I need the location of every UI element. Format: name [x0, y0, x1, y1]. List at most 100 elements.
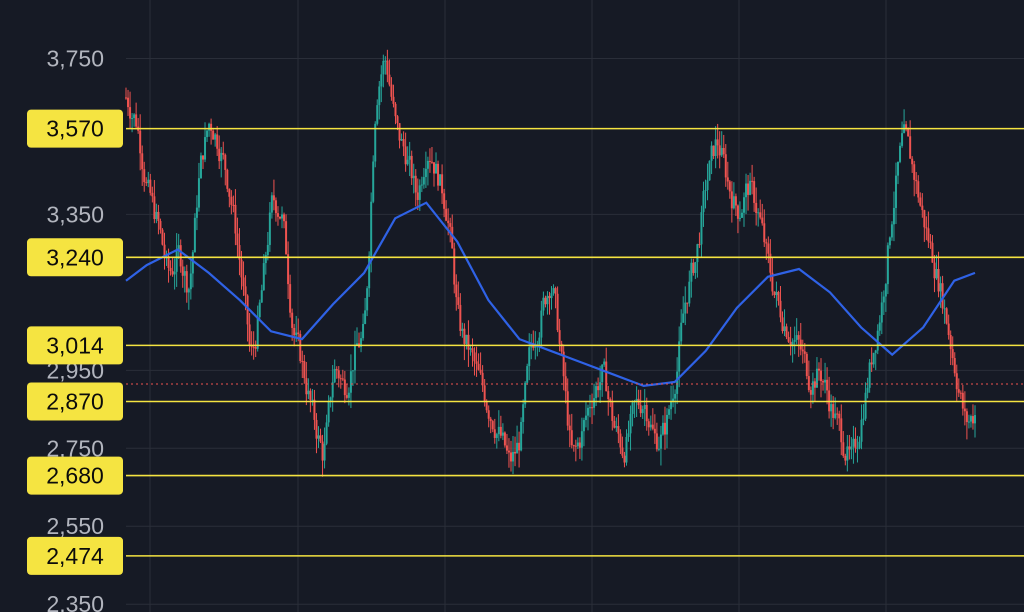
- level-tag-label: 3,570: [46, 116, 104, 142]
- candle-body: [289, 284, 292, 313]
- candle-body: [696, 244, 699, 263]
- candle-body: [935, 269, 938, 279]
- candle-body: [858, 441, 861, 449]
- candle-body: [779, 300, 782, 318]
- candle-body: [248, 324, 251, 345]
- candle-body: [443, 193, 446, 209]
- candle-body: [817, 368, 820, 371]
- candle-body: [461, 328, 464, 331]
- candle-body: [398, 123, 401, 141]
- candle-body: [659, 434, 662, 449]
- candle-body: [913, 164, 916, 180]
- candle-body: [426, 160, 429, 169]
- candle-body: [293, 327, 296, 336]
- candle-body: [728, 181, 731, 192]
- candle-body: [747, 183, 750, 195]
- candle-body: [951, 349, 954, 359]
- candle-body: [937, 269, 940, 292]
- candle-body: [647, 421, 650, 428]
- candle-body: [333, 368, 336, 383]
- candle-body: [345, 395, 348, 398]
- candle-body: [556, 293, 559, 331]
- candle-body: [384, 60, 387, 62]
- candle-body: [759, 212, 762, 218]
- candle-body: [505, 445, 508, 451]
- candle-body: [714, 139, 717, 157]
- candle-body: [785, 326, 788, 338]
- candle-body: [631, 402, 634, 414]
- candle-body: [901, 133, 904, 146]
- candle-body: [724, 154, 727, 178]
- candle-body: [447, 220, 450, 224]
- candle-body: [412, 175, 415, 179]
- candle-body: [686, 302, 689, 304]
- candle-body: [815, 368, 818, 388]
- candle-body: [291, 312, 294, 328]
- candle-body: [327, 401, 330, 423]
- candle-body: [487, 410, 490, 419]
- candle-body: [465, 334, 468, 344]
- candle-body: [852, 438, 855, 447]
- candle-body: [424, 168, 427, 178]
- candle-body: [514, 451, 517, 454]
- candle-body: [392, 96, 395, 104]
- candle-body: [285, 221, 288, 255]
- candle-body: [208, 123, 211, 131]
- candle-body: [457, 297, 460, 305]
- candle-body: [625, 436, 628, 463]
- candle-body: [497, 426, 500, 435]
- candle-body: [639, 405, 642, 414]
- candle-body: [422, 177, 425, 185]
- candle-body: [189, 273, 192, 290]
- candle-body: [260, 290, 263, 303]
- candle-body: [473, 352, 476, 362]
- candle-body: [157, 211, 160, 222]
- candle-body: [214, 134, 217, 140]
- candle-body: [886, 245, 889, 285]
- candle-body: [453, 248, 456, 285]
- candle-body: [890, 224, 893, 238]
- candle-body: [493, 429, 496, 438]
- candle-body: [516, 442, 519, 454]
- candle-body: [477, 363, 480, 370]
- candle-body: [783, 326, 786, 332]
- y-tick-label: 3,750: [46, 45, 104, 71]
- candle-body: [799, 339, 802, 350]
- candle-body: [568, 425, 571, 431]
- candle-body: [882, 296, 885, 303]
- candle-body: [197, 178, 200, 208]
- candle-body: [682, 313, 685, 323]
- candle-body: [467, 334, 470, 350]
- candle-body: [854, 438, 857, 449]
- candle-body: [601, 364, 604, 383]
- candle-body: [947, 323, 950, 336]
- candle-body: [420, 184, 423, 186]
- candle-body: [850, 446, 853, 450]
- candle-body: [416, 192, 419, 200]
- candle-body: [661, 422, 664, 435]
- candle-body: [204, 137, 207, 160]
- level-tag-label: 2,680: [46, 463, 104, 489]
- candle-body: [195, 207, 198, 218]
- candle-body: [676, 371, 679, 394]
- candle-body: [955, 373, 958, 390]
- candle-body: [378, 86, 381, 106]
- candle-body: [264, 255, 267, 264]
- candle-body: [763, 223, 766, 243]
- candle-body: [364, 310, 367, 324]
- candle-body: [740, 212, 743, 218]
- candle-body: [141, 153, 144, 170]
- candle-body: [262, 263, 265, 291]
- candle-body: [824, 379, 827, 383]
- candle-body: [864, 392, 867, 419]
- candle-body: [868, 362, 871, 388]
- candle-body: [907, 128, 910, 137]
- candle-body: [272, 195, 275, 201]
- candle-body: [649, 424, 652, 428]
- candle-body: [899, 145, 902, 162]
- candle-body: [268, 212, 271, 245]
- candle-body: [147, 179, 150, 184]
- candle-body: [295, 332, 298, 336]
- candle-body: [240, 259, 243, 278]
- candle-body: [617, 426, 620, 434]
